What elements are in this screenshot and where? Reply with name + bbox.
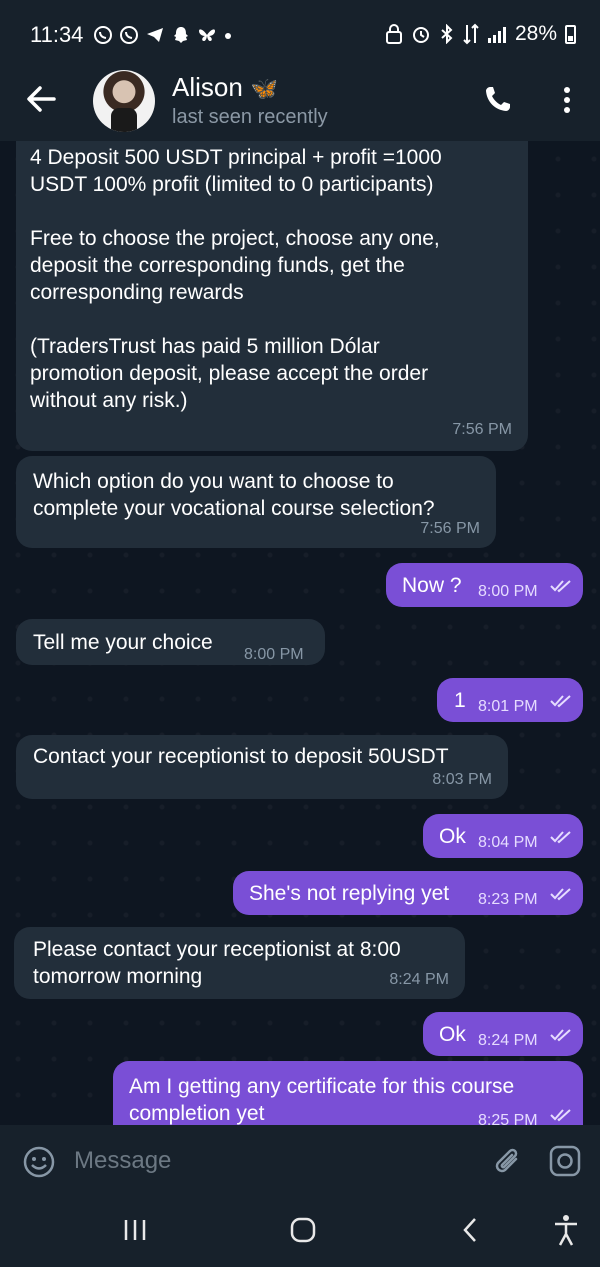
message-bubble[interactable]: Tell me your choice 8:00 PM — [16, 619, 325, 665]
message-bubble[interactable]: 1 8:01 PM — [437, 678, 583, 722]
status-left: 11:34 — [30, 22, 233, 48]
snapchat-icon — [174, 27, 189, 43]
chat-header: Alison 🦋 last seen recently — [0, 66, 600, 141]
battery-icon — [565, 24, 576, 44]
data-icon — [463, 23, 479, 45]
contact-name[interactable]: Alison 🦋 — [172, 72, 278, 103]
emoji-icon[interactable] — [22, 1145, 56, 1179]
chat-area[interactable]: 4 Deposit 500 USDT principal + profit =1… — [0, 141, 600, 1125]
contact-status: last seen recently — [172, 106, 328, 128]
notification-icons — [93, 25, 233, 45]
message-time: 8:04 PM — [478, 834, 538, 851]
double-check-icon — [550, 831, 571, 844]
whatsapp-icon — [120, 26, 139, 44]
double-check-icon — [550, 695, 571, 708]
contact-name-text: Alison — [172, 72, 243, 102]
message-time: 8:25 PM — [478, 1112, 538, 1125]
system-navigation-bar — [0, 1197, 600, 1267]
signal-icon — [487, 27, 506, 43]
message-text: Am I getting any certificate for this co… — [129, 1075, 515, 1125]
status-bar: 11:34 28% — [0, 0, 600, 66]
double-check-icon — [550, 1029, 571, 1042]
phone-icon[interactable] — [484, 85, 512, 113]
message-time: 7:56 PM — [420, 520, 480, 537]
message-bubble[interactable]: Contact your receptionist to deposit 50U… — [16, 735, 508, 799]
message-bubble[interactable]: Now ? 8:00 PM — [386, 563, 583, 607]
double-check-icon — [550, 580, 571, 593]
home-icon[interactable] — [289, 1216, 317, 1244]
message-text: Please contact your receptionist at 8:00… — [33, 938, 401, 988]
message-bubble[interactable]: Am I getting any certificate for this co… — [113, 1061, 583, 1125]
message-text: 1 — [454, 689, 466, 712]
message-text: Ok — [439, 825, 466, 848]
bluetooth-icon — [441, 24, 453, 44]
message-bubble[interactable]: Ok 8:24 PM — [423, 1012, 583, 1056]
double-check-icon — [550, 888, 571, 901]
battery-level: 28% — [514, 22, 557, 45]
message-bubble[interactable]: She's not replying yet 8:23 PM — [233, 871, 583, 915]
butterfly-emoji: 🦋 — [250, 76, 279, 101]
message-time: 7:56 PM — [452, 421, 512, 438]
message-time: 8:00 PM — [478, 583, 538, 600]
status-right: 28% — [385, 22, 576, 46]
double-check-icon — [550, 1109, 571, 1122]
message-bubble[interactable]: Ok 8:04 PM — [423, 814, 583, 858]
message-text: Now ? — [402, 574, 462, 597]
message-time: 8:24 PM — [478, 1032, 538, 1049]
avatar[interactable] — [93, 70, 155, 132]
message-time: 8:01 PM — [478, 698, 538, 715]
message-time: 8:24 PM — [389, 971, 449, 988]
status-time: 11:34 — [30, 22, 84, 47]
whatsapp-icon — [94, 26, 113, 44]
lock-icon — [385, 24, 402, 44]
alarm-icon — [412, 27, 429, 43]
more-vertical-icon[interactable] — [562, 86, 572, 114]
dot-icon — [225, 33, 232, 39]
message-text: Ok — [439, 1023, 466, 1046]
message-text: Which option do you want to choose to co… — [33, 470, 435, 520]
message-input[interactable]: Message — [74, 1147, 171, 1175]
telegram-icon — [147, 28, 164, 42]
message-bubble[interactable]: 4 Deposit 500 USDT principal + profit =1… — [16, 141, 528, 451]
message-text: Tell me your choice — [33, 631, 213, 654]
accessibility-icon[interactable] — [552, 1213, 580, 1247]
recents-icon[interactable] — [122, 1217, 148, 1243]
back-icon[interactable] — [460, 1216, 480, 1244]
message-text: She's not replying yet — [249, 882, 450, 905]
message-time: 8:00 PM — [244, 646, 304, 663]
message-bubble[interactable]: Which option do you want to choose to co… — [16, 456, 496, 548]
message-text: Contact your receptionist to deposit 50U… — [33, 745, 449, 768]
attach-icon[interactable] — [492, 1145, 524, 1179]
message-time: 8:23 PM — [478, 891, 538, 908]
message-text: 4 Deposit 500 USDT principal + profit =1… — [30, 146, 442, 412]
camera-icon[interactable] — [548, 1144, 582, 1178]
message-time: 8:03 PM — [432, 771, 492, 788]
message-composer: Message — [0, 1125, 600, 1197]
message-bubble[interactable]: Please contact your receptionist at 8:00… — [14, 927, 465, 999]
bluesky-icon — [199, 29, 216, 41]
back-arrow-icon[interactable] — [24, 82, 58, 116]
